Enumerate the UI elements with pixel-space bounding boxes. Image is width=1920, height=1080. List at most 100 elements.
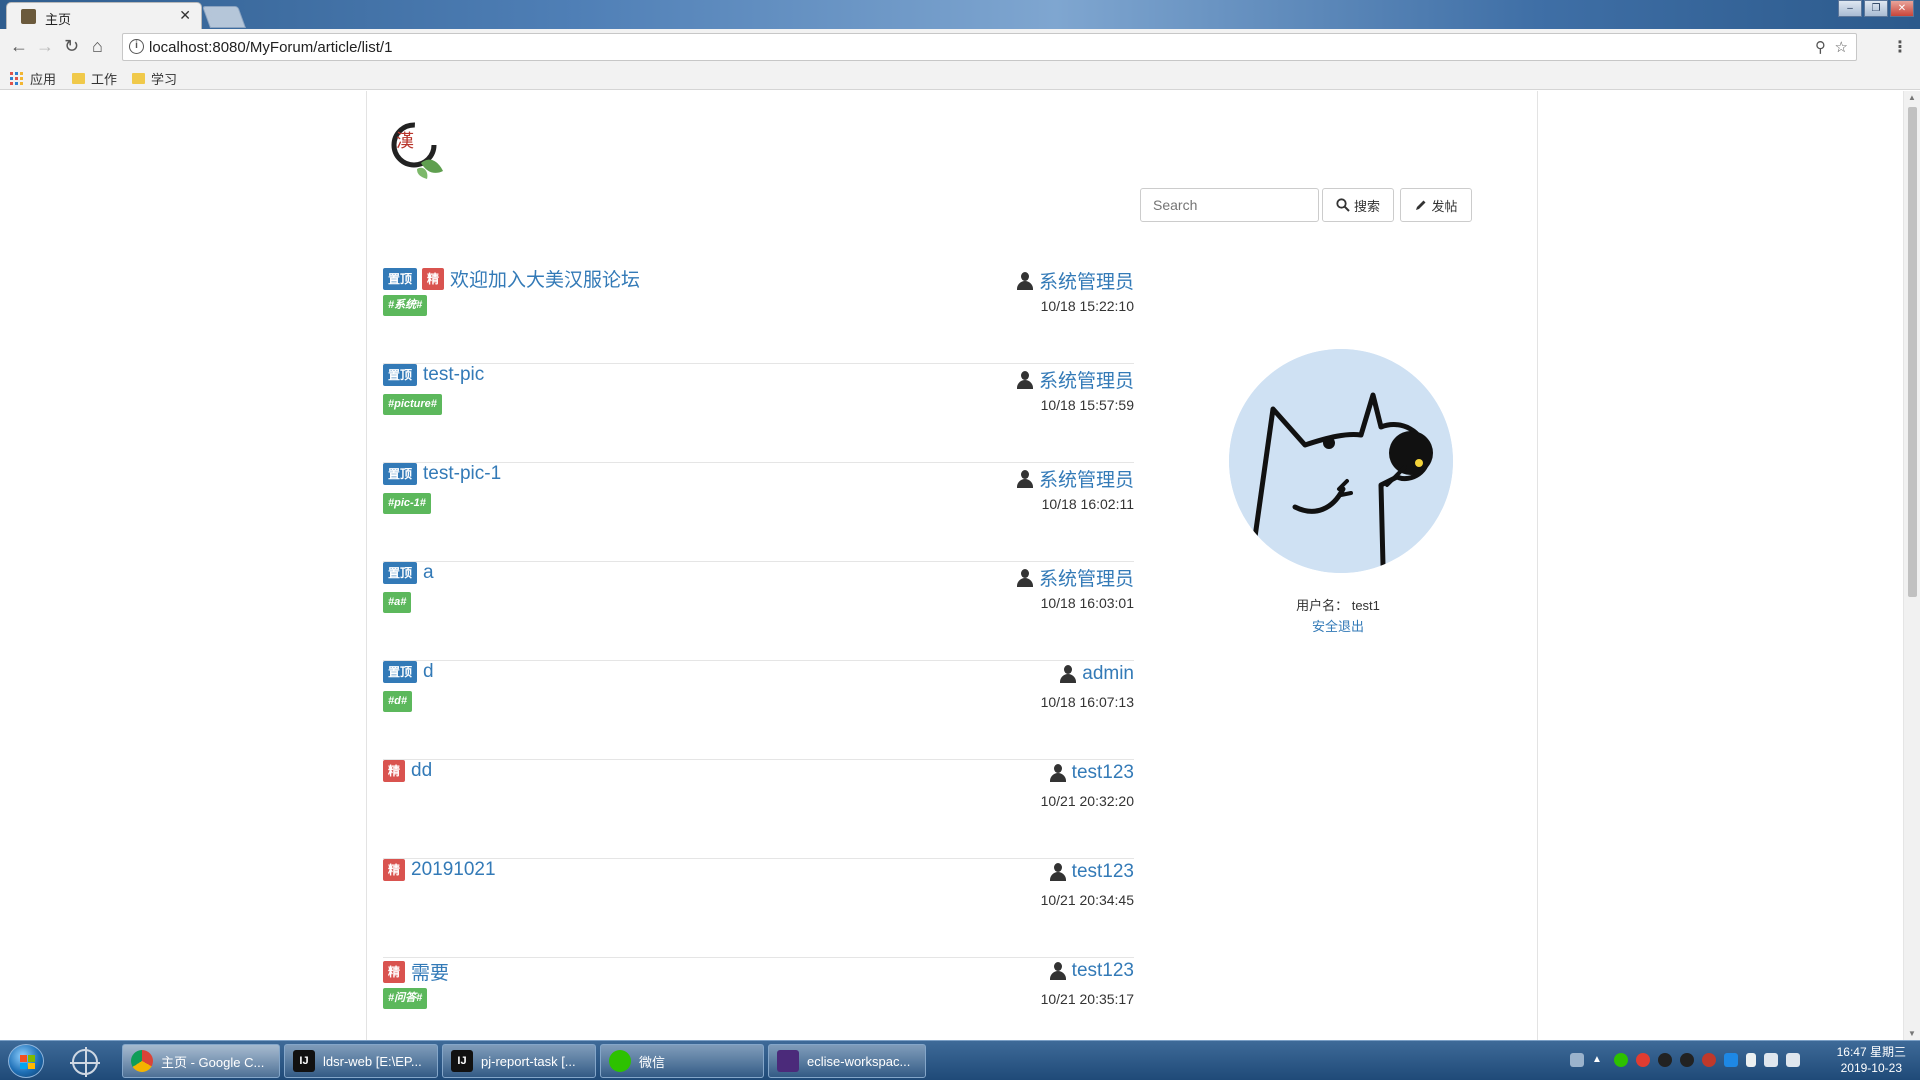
address-bar[interactable]: i localhost:8080/MyForum/article/list/1 …	[122, 33, 1857, 61]
user-icon	[1049, 764, 1066, 782]
tray-expand-icon[interactable]: ▲	[1592, 1053, 1606, 1067]
bookmark-star-icon[interactable]: ☆	[1835, 38, 1848, 56]
search-button[interactable]: 搜索	[1322, 188, 1394, 222]
qq-icon-2[interactable]	[1680, 1053, 1694, 1067]
reload-icon[interactable]: ↻	[64, 37, 79, 55]
windows-taskbar: 主页 - Google C... IJ ldsr-web [E:\EP... I…	[0, 1040, 1920, 1080]
network-icon[interactable]	[1764, 1053, 1778, 1067]
volume-icon[interactable]	[1786, 1053, 1800, 1067]
author-name[interactable]: 系统管理员	[1039, 366, 1134, 393]
article-tag[interactable]: #picture#	[383, 394, 442, 415]
author-name[interactable]: test123	[1072, 960, 1134, 982]
wechat-tray-icon[interactable]	[1614, 1053, 1628, 1067]
site-info-icon[interactable]: i	[129, 39, 144, 54]
featured-badge: 精	[383, 859, 406, 881]
bookmark-label: 学习	[151, 72, 178, 87]
author-name[interactable]: 系统管理员	[1039, 465, 1134, 492]
search-button-label: 搜索	[1353, 198, 1380, 214]
author-name[interactable]: 系统管理员	[1039, 564, 1134, 591]
article-title-link[interactable]: d	[423, 661, 434, 683]
article-item: 精 需要 #问答# test123 10/21 20:35:17	[383, 958, 1134, 1040]
tab-home[interactable]: 主页 ✕	[6, 2, 202, 29]
author-name[interactable]: admin	[1082, 663, 1134, 685]
article-author[interactable]: test123	[1049, 861, 1134, 883]
article-author[interactable]: 系统管理员	[1016, 267, 1134, 294]
article-author[interactable]: test123	[1049, 960, 1134, 982]
bookmarks-bar: 应用 工作 学习	[0, 65, 1920, 90]
taskbar-item-intellij-2[interactable]: IJ pj-report-task [...	[442, 1044, 596, 1078]
scrollbar-thumb[interactable]	[1908, 107, 1917, 597]
article-tag[interactable]: #问答#	[383, 988, 428, 1009]
chrome-icon	[131, 1050, 153, 1072]
article-title-link[interactable]: a	[423, 562, 434, 584]
bookmark-apps[interactable]: 应用	[10, 69, 56, 88]
article-author[interactable]: admin	[1060, 663, 1134, 685]
article-title-link[interactable]: test-pic	[423, 364, 484, 386]
main-container: 漢 搜索 发帖 置顶 精 欢迎加入大美	[366, 91, 1538, 1040]
browser-menu-icon[interactable]: ⋮	[1892, 37, 1908, 57]
scroll-down-icon[interactable]: ▼	[1908, 1029, 1916, 1038]
article-title-link[interactable]: 欢迎加入大美汉服论坛	[450, 265, 640, 292]
pinned-badge: 置顶	[383, 463, 418, 485]
taskbar-item-wechat[interactable]: 微信	[600, 1044, 764, 1078]
start-button[interactable]	[8, 1044, 44, 1078]
wechat-icon	[609, 1050, 631, 1072]
taskbar-item-eclipse[interactable]: eclise-workspac...	[768, 1044, 926, 1078]
article-title-link[interactable]: 需要	[411, 958, 449, 985]
author-name[interactable]: test123	[1072, 762, 1134, 784]
profile-username: 用户名： test1	[1296, 598, 1380, 613]
logout-link[interactable]: 安全退出	[1153, 616, 1523, 635]
article-title-link[interactable]: dd	[411, 760, 432, 782]
crosshair-icon[interactable]	[70, 1047, 100, 1077]
qq-icon[interactable]	[1658, 1053, 1672, 1067]
bookmark-work[interactable]: 工作	[72, 69, 117, 88]
article-title-link[interactable]: 20191021	[411, 859, 496, 881]
bookmark-study[interactable]: 学习	[132, 69, 177, 88]
article-author[interactable]: 系统管理员	[1016, 366, 1134, 393]
new-tab-button[interactable]	[201, 6, 247, 28]
system-clock[interactable]: 16:47 星期三 2019-10-23	[1837, 1044, 1906, 1076]
article-tag[interactable]: #pic-1#	[383, 493, 431, 514]
pinned-badge: 置顶	[383, 562, 418, 584]
featured-badge: 精	[383, 760, 406, 782]
search-input[interactable]	[1140, 188, 1319, 222]
back-arrow-icon[interactable]: ←	[10, 37, 28, 55]
antivirus-icon[interactable]	[1636, 1053, 1650, 1067]
bluetooth-icon[interactable]	[1724, 1053, 1738, 1067]
address-url[interactable]: localhost:8080/MyForum/article/list/1	[149, 39, 392, 56]
close-window-icon[interactable]: ✕	[1890, 0, 1914, 17]
article-title-link[interactable]: test-pic-1	[423, 463, 501, 485]
article-tag[interactable]: #d#	[383, 691, 412, 712]
article-author[interactable]: test123	[1049, 762, 1134, 784]
flag-icon[interactable]	[1746, 1053, 1756, 1067]
key-icon[interactable]: ⚲	[1815, 38, 1826, 56]
forward-arrow-icon[interactable]: →	[36, 37, 54, 55]
minimize-icon[interactable]: –	[1838, 0, 1862, 17]
browser-toolbar: ← → ↻ ⌂ i localhost:8080/MyForum/article…	[0, 29, 1920, 65]
article-time: 10/18 15:57:59	[1040, 397, 1134, 413]
bookmark-label: 应用	[30, 72, 57, 87]
user-icon	[1060, 665, 1077, 683]
clock-time: 16:47 星期三	[1836, 1045, 1906, 1059]
article-tag[interactable]: #系统#	[383, 295, 428, 316]
author-name[interactable]: test123	[1072, 861, 1134, 883]
site-logo[interactable]: 漢	[387, 119, 445, 183]
tab-close-icon[interactable]: ✕	[179, 7, 191, 24]
restore-icon[interactable]: ❐	[1864, 0, 1888, 17]
taskbar-item-intellij-1[interactable]: IJ ldsr-web [E:\EP...	[284, 1044, 438, 1078]
windows-logo-icon	[20, 1055, 35, 1069]
article-author[interactable]: 系统管理员	[1016, 465, 1134, 492]
home-icon[interactable]: ⌂	[92, 37, 103, 55]
article-tag[interactable]: #a#	[383, 592, 412, 613]
page-scrollbar[interactable]: ▲ ▼	[1903, 91, 1920, 1040]
qq-icon-3[interactable]	[1702, 1053, 1716, 1067]
taskbar-item-chrome[interactable]: 主页 - Google C...	[122, 1044, 280, 1078]
avatar[interactable]	[1229, 349, 1453, 573]
keyboard-icon[interactable]	[1570, 1053, 1584, 1067]
new-post-button[interactable]: 发帖	[1400, 188, 1472, 222]
article-author[interactable]: 系统管理员	[1016, 564, 1134, 591]
author-name[interactable]: 系统管理员	[1039, 267, 1134, 294]
scroll-up-icon[interactable]: ▲	[1908, 93, 1916, 102]
article-item: 置顶 test-pic #picture# 系统管理员 10/18 15:57:…	[383, 364, 1134, 463]
pinned-badge: 置顶	[383, 661, 418, 683]
